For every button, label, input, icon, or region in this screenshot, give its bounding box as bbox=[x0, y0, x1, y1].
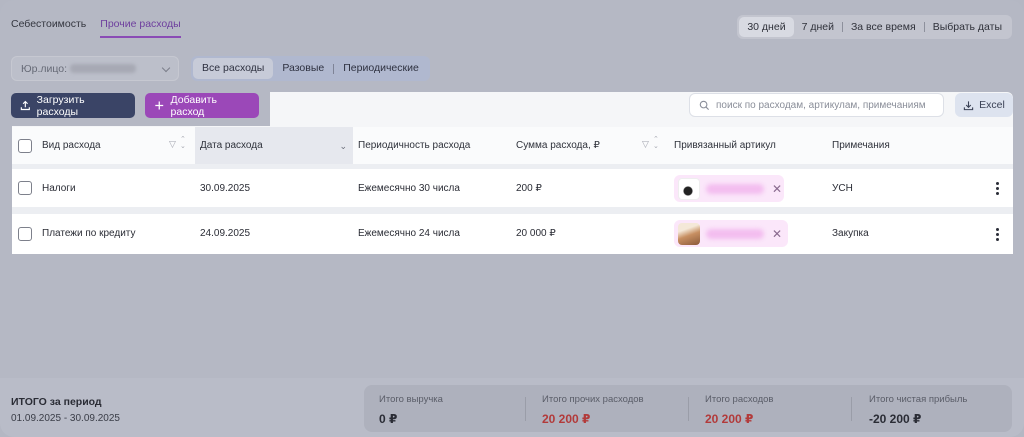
legal-entity-select[interactable]: Юр.лицо: bbox=[11, 56, 179, 81]
row-checkbox[interactable] bbox=[18, 227, 32, 241]
section-tabs: Себестоимость Прочие расходы bbox=[11, 18, 181, 38]
summary-date-range: 01.09.2025 - 30.09.2025 bbox=[11, 413, 120, 424]
search-icon bbox=[699, 100, 710, 110]
total-other-expenses-value: 20 200 ₽ bbox=[542, 412, 591, 426]
total-net-profit-label: Итого чистая прибыль bbox=[869, 394, 968, 405]
upload-icon bbox=[20, 100, 30, 111]
excel-export-button[interactable]: Excel bbox=[955, 93, 1013, 117]
column-header-type-label: Вид расхода bbox=[42, 140, 101, 151]
column-header-notes-label: Примечания bbox=[832, 140, 890, 151]
table-header: Вид расхода ▽ ⌃ ⌄ Дата расхода ⌄ Периодич… bbox=[12, 127, 1013, 164]
more-actions-icon[interactable] bbox=[996, 182, 1000, 197]
add-expense-label: Добавить расход bbox=[170, 93, 217, 118]
divider bbox=[688, 397, 689, 421]
tab-cost-price[interactable]: Себестоимость bbox=[11, 18, 86, 38]
total-expenses-label: Итого расходов bbox=[705, 394, 774, 405]
upload-expenses-label: Загрузить расходы bbox=[36, 93, 85, 118]
expense-type: Налоги bbox=[42, 183, 76, 194]
period-selector: 30 дней 7 дней За все время Выбрать даты bbox=[737, 15, 1012, 39]
total-other-expenses-label: Итого прочих расходов bbox=[542, 394, 644, 405]
filter-all-expenses[interactable]: Все расходы bbox=[193, 58, 274, 79]
divider bbox=[525, 397, 526, 421]
table-row[interactable]: Налоги 30.09.2025 Ежемесячно 30 числа 20… bbox=[12, 169, 1013, 207]
excel-label: Excel bbox=[979, 99, 1005, 111]
table-row[interactable]: Платежи по кредиту 24.09.2025 Ежемесячно… bbox=[12, 214, 1013, 254]
total-revenue-label: Итого выручка bbox=[379, 394, 443, 405]
filter-periodic[interactable]: Периодические bbox=[334, 58, 428, 79]
column-header-date-label: Дата расхода bbox=[200, 140, 263, 151]
legal-entity-label: Юр.лицо: bbox=[21, 62, 68, 75]
product-thumbnail bbox=[678, 222, 700, 245]
period-choose-dates[interactable]: Выбрать даты bbox=[925, 17, 1010, 37]
article-name-redacted bbox=[706, 228, 764, 239]
app-frame: Себестоимость Прочие расходы 30 дней 7 д… bbox=[0, 0, 1024, 437]
period-30-days[interactable]: 30 дней bbox=[739, 17, 794, 37]
expense-type-filter: Все расходы Разовые Периодические bbox=[191, 56, 430, 81]
expense-notes: Закупка bbox=[832, 228, 869, 239]
chevron-down-icon bbox=[161, 63, 171, 73]
column-header-periodicity[interactable]: Периодичность расхода bbox=[358, 127, 508, 164]
download-icon bbox=[963, 100, 974, 110]
column-header-article-label: Привязанный артикул bbox=[674, 140, 776, 151]
summary-title: ИТОГО за период bbox=[11, 396, 102, 408]
expense-date: 24.09.2025 bbox=[200, 228, 251, 239]
total-revenue-value: 0 ₽ bbox=[379, 412, 398, 426]
expense-amount: 200 ₽ bbox=[516, 183, 542, 194]
plus-icon bbox=[155, 101, 164, 110]
expense-type: Платежи по кредиту bbox=[42, 228, 136, 239]
close-icon[interactable]: ✕ bbox=[772, 182, 782, 196]
divider bbox=[851, 397, 852, 421]
linked-article-chip[interactable]: ✕ bbox=[674, 175, 784, 202]
period-all-time[interactable]: За все время bbox=[843, 17, 924, 37]
filter-icon[interactable]: ▽ bbox=[642, 139, 649, 150]
upload-expenses-button[interactable]: Загрузить расходы bbox=[11, 93, 135, 118]
period-7-days[interactable]: 7 дней bbox=[794, 17, 842, 37]
article-name-redacted bbox=[706, 183, 764, 194]
sort-icon[interactable]: ⌃ ⌄ bbox=[653, 136, 659, 150]
linked-article-chip[interactable]: ✕ bbox=[674, 220, 788, 247]
tab-other-expenses[interactable]: Прочие расходы bbox=[100, 18, 181, 38]
column-header-periodicity-label: Периодичность расхода bbox=[358, 140, 471, 151]
row-checkbox[interactable] bbox=[18, 181, 32, 195]
search-input[interactable]: поиск по расходам, артикулам, примечания… bbox=[689, 93, 944, 117]
product-thumbnail bbox=[678, 177, 700, 200]
totals-panel: Итого выручка 0 ₽ Итого прочих расходов … bbox=[364, 385, 1012, 432]
expense-date: 30.09.2025 bbox=[200, 183, 251, 194]
sort-desc-icon: ⌄ bbox=[339, 141, 347, 151]
close-icon[interactable]: ✕ bbox=[772, 227, 782, 241]
search-placeholder: поиск по расходам, артикулам, примечания… bbox=[716, 99, 926, 111]
expense-periodicity: Ежемесячно 24 числа bbox=[358, 228, 460, 239]
column-header-notes[interactable]: Примечания bbox=[832, 127, 982, 164]
filter-icon[interactable]: ▽ bbox=[169, 139, 176, 150]
column-header-date[interactable]: Дата расхода ⌄ bbox=[195, 127, 353, 164]
total-net-profit-value: -20 200 ₽ bbox=[869, 412, 922, 426]
legal-entity-value-redacted bbox=[70, 64, 137, 73]
filter-one-time[interactable]: Разовые bbox=[273, 58, 333, 79]
expense-periodicity: Ежемесячно 30 числа bbox=[358, 183, 460, 194]
select-all-checkbox[interactable] bbox=[18, 139, 32, 153]
expense-amount: 20 000 ₽ bbox=[516, 228, 556, 239]
column-header-article[interactable]: Привязанный артикул bbox=[674, 127, 824, 164]
expense-notes: УСН bbox=[832, 183, 853, 194]
add-expense-button[interactable]: Добавить расход bbox=[145, 93, 259, 118]
column-header-amount-label: Сумма расхода, ₽ bbox=[516, 140, 600, 151]
more-actions-icon[interactable] bbox=[996, 228, 1000, 243]
sort-icon[interactable]: ⌃ ⌄ bbox=[180, 136, 186, 150]
total-expenses-value: 20 200 ₽ bbox=[705, 412, 754, 426]
